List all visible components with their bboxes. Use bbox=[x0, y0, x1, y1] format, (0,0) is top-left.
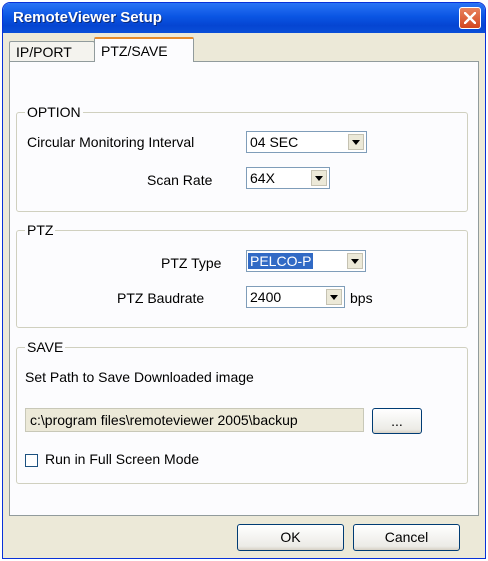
chevron-down-icon[interactable] bbox=[311, 170, 327, 186]
circular-monitoring-label: Circular Monitoring Interval bbox=[27, 134, 195, 150]
save-path-field[interactable]: c:\program files\remoteviewer 2005\backu… bbox=[25, 408, 364, 432]
scan-rate-value: 64X bbox=[250, 170, 275, 186]
ptz-baudrate-value: 2400 bbox=[250, 289, 282, 305]
option-group: OPTION Circular Monitoring Interval 04 S… bbox=[16, 104, 468, 212]
chevron-down-icon[interactable] bbox=[347, 253, 363, 269]
circular-monitoring-value: 04 SEC bbox=[250, 134, 299, 150]
scan-rate-label: Scan Rate bbox=[147, 172, 213, 188]
window-title: RemoteViewer Setup bbox=[13, 9, 162, 26]
tab-ptz-save[interactable]: PTZ/SAVE bbox=[94, 37, 194, 62]
ptz-type-select[interactable]: PELCO-P bbox=[246, 250, 366, 272]
circular-monitoring-select[interactable]: 04 SEC bbox=[246, 131, 367, 153]
ptz-baudrate-label: PTZ Baudrate bbox=[117, 290, 205, 306]
ptz-baudrate-select[interactable]: 2400 bbox=[246, 286, 345, 308]
ptz-type-label: PTZ Type bbox=[161, 255, 222, 271]
close-icon bbox=[464, 12, 476, 24]
ptz-group: PTZ PTZ Type PELCO-P PTZ Baudrate 2400 b… bbox=[16, 222, 468, 328]
save-path-label: Set Path to Save Downloaded image bbox=[25, 369, 254, 385]
save-path-value: c:\program files\remoteviewer 2005\backu… bbox=[30, 412, 298, 428]
chevron-down-icon[interactable] bbox=[326, 289, 342, 305]
chevron-down-icon[interactable] bbox=[348, 134, 364, 150]
baudrate-unit: bps bbox=[350, 290, 373, 306]
ptz-save-panel: OPTION Circular Monitoring Interval 04 S… bbox=[9, 61, 479, 516]
fullscreen-label: Run in Full Screen Mode bbox=[45, 451, 200, 467]
cancel-button[interactable]: Cancel bbox=[353, 524, 460, 551]
ok-button[interactable]: OK bbox=[237, 524, 344, 551]
tab-ip-port[interactable]: IP/PORT bbox=[9, 41, 95, 61]
scan-rate-select[interactable]: 64X bbox=[246, 167, 330, 189]
save-group: SAVE Set Path to Save Downloaded image c… bbox=[16, 339, 468, 484]
browse-button[interactable]: ... bbox=[372, 408, 422, 434]
setup-dialog: RemoteViewer Setup IP/PORT PTZ/SAVE OPTI… bbox=[2, 2, 486, 559]
title-bar[interactable]: RemoteViewer Setup bbox=[3, 3, 485, 33]
close-button[interactable] bbox=[459, 7, 481, 29]
fullscreen-checkbox[interactable] bbox=[25, 454, 38, 467]
ptz-group-title: PTZ bbox=[25, 222, 56, 238]
option-group-title: OPTION bbox=[25, 104, 83, 120]
save-group-title: SAVE bbox=[25, 339, 66, 355]
ptz-type-value: PELCO-P bbox=[248, 253, 314, 269]
